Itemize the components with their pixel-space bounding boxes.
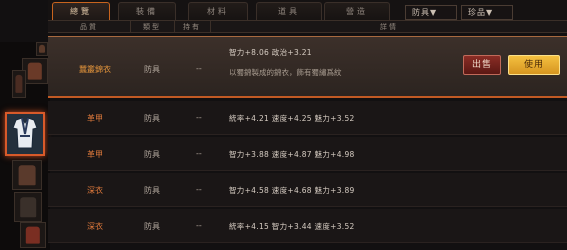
item-name: 深衣 — [87, 222, 103, 231]
item-owned: -- — [196, 221, 202, 230]
tab-materials[interactable]: 材料 — [188, 2, 248, 20]
item-name: 深衣 — [87, 186, 103, 195]
item-owned: -- — [196, 113, 202, 122]
column-quality: 品質 — [80, 23, 98, 31]
item-description: 以蜀錦製成的錦衣，飾有蜀繡爲紋 — [229, 68, 342, 77]
tab-equipment[interactable]: 裝備 — [118, 2, 176, 20]
tab-bar: 總覽 裝備 材料 道具 營造 防具▼ 珍品▼ — [48, 0, 567, 20]
rarity-filter-dropdown[interactable]: 珍品▼ — [461, 5, 513, 20]
robe-thumbnail-icon[interactable] — [5, 112, 45, 156]
item-stats: 智力+3.88 速度+4.87 魅力+4.98 — [229, 150, 355, 159]
column-type: 類型 — [143, 23, 161, 31]
use-button[interactable]: 使用 — [508, 55, 560, 75]
category-filter-dropdown[interactable]: 防具▼ — [405, 5, 457, 20]
inventory-panel: 總覽 裝備 材料 道具 營造 防具▼ 珍品▼ 品質 類型 持有 詳情 蠶叢錦衣 … — [0, 0, 567, 250]
table-row[interactable]: 深衣 防具 -- 智力+4.58 速度+4.68 魅力+3.89 — [48, 173, 567, 207]
armor-thumbnail-icon[interactable] — [20, 222, 46, 248]
armor-thumbnail-icon[interactable] — [12, 160, 42, 190]
tab-overview[interactable]: 總覽 — [52, 2, 110, 20]
item-type: 防具 — [144, 114, 160, 123]
armor-thumbnail-icon[interactable] — [36, 42, 48, 56]
item-stats: 統率+4.15 智力+3.44 速度+3.52 — [229, 222, 355, 231]
table-row[interactable]: 革甲 防具 -- 智力+3.88 速度+4.87 魅力+4.98 — [48, 137, 567, 171]
sell-button[interactable]: 出售 — [463, 55, 501, 75]
item-type: 防具 — [144, 222, 160, 231]
item-name: 革甲 — [87, 150, 103, 159]
tab-construction[interactable]: 營造 — [324, 2, 390, 20]
item-thumbnail-strip — [0, 42, 50, 250]
column-owned: 持有 — [183, 23, 201, 31]
item-type: 防具 — [144, 150, 160, 159]
table-header: 品質 類型 持有 詳情 — [48, 20, 567, 33]
armor-thumbnail-icon[interactable] — [14, 192, 42, 222]
item-name: 革甲 — [87, 114, 103, 123]
item-stats: 智力+8.06 政治+3.21 — [229, 48, 312, 57]
armor-thumbnail-icon[interactable] — [12, 70, 26, 98]
item-stats: 智力+4.58 速度+4.68 魅力+3.89 — [229, 186, 355, 195]
table-row[interactable]: 深衣 防具 -- 統率+4.15 智力+3.44 速度+3.52 — [48, 209, 567, 243]
item-owned: -- — [196, 149, 202, 158]
item-type: 防具 — [144, 186, 160, 195]
table-row[interactable]: 蠶叢錦衣 防具 -- 智力+8.06 政治+3.21 以蜀錦製成的錦衣，飾有蜀繡… — [48, 36, 567, 98]
item-owned: -- — [196, 185, 202, 194]
tab-items[interactable]: 道具 — [256, 2, 322, 20]
table-row[interactable]: 革甲 防具 -- 統率+4.21 速度+4.25 魅力+3.52 — [48, 101, 567, 135]
item-name: 蠶叢錦衣 — [79, 65, 111, 74]
item-type: 防具 — [144, 65, 160, 74]
item-stats: 統率+4.21 速度+4.25 魅力+3.52 — [229, 114, 355, 123]
item-owned: -- — [196, 64, 202, 73]
column-details: 詳情 — [380, 23, 398, 31]
